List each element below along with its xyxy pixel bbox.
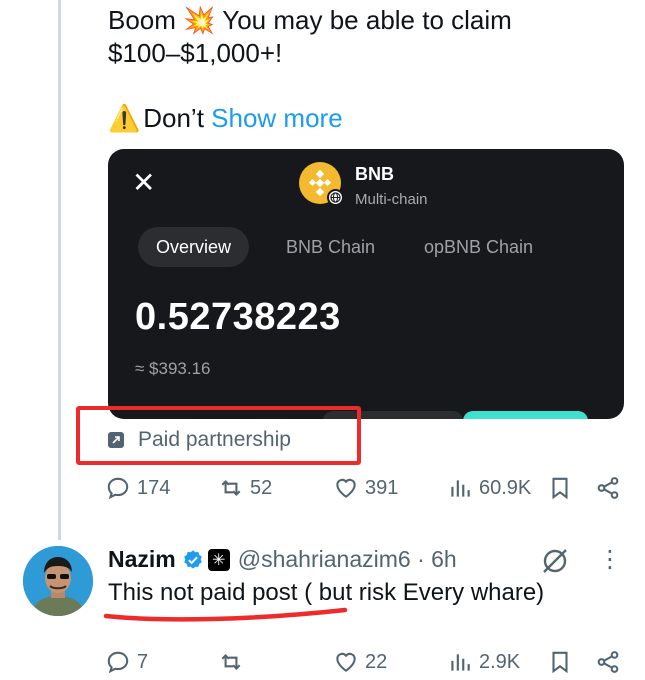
reply-icon (107, 477, 129, 500)
post-line-2: $100–$1,000+! (108, 38, 283, 68)
thread-line (58, 0, 61, 540)
bookmark-button[interactable] (547, 472, 579, 504)
wallet-card[interactable]: ✕ BNB Multi-chain Overview BNB Chain opB… (108, 149, 624, 419)
reply-repost-button[interactable] (218, 646, 250, 678)
balance-fiat: ≈ $393.16 (135, 359, 211, 378)
reply-views-button[interactable]: 2.9K (447, 646, 520, 678)
views-count: 60.9K (479, 476, 532, 499)
repost-count: 52 (250, 476, 273, 499)
reply-share-button[interactable] (595, 646, 627, 678)
reply-count: 174 (137, 476, 171, 499)
post-text: Boom 💥 You may be able to claim $100–$1,… (108, 4, 628, 135)
warning-icon: ⚠️ (108, 103, 141, 133)
grok-icon[interactable] (540, 546, 570, 576)
post-line-3-text: Don’t (143, 103, 204, 133)
views-icon (451, 654, 470, 671)
tab-opbnb-chain[interactable]: opBNB Chain (424, 227, 533, 267)
heart-icon (336, 478, 356, 498)
highlight-box (76, 406, 361, 465)
reply-views-count: 2.9K (479, 650, 521, 673)
like-button[interactable]: 391 (333, 472, 398, 504)
more-options-icon[interactable]: ⋮ (598, 544, 622, 574)
reply-handle-time[interactable]: @shahrianazim6 · 6h (238, 546, 457, 573)
reply-header: Nazim ✳ @shahrianazim6 · 6h (108, 546, 457, 573)
coin-name: BNB (355, 164, 394, 184)
bookmark-icon (552, 651, 568, 674)
post-line-1: Boom 💥 You may be able to claim (108, 5, 512, 35)
share-icon (597, 477, 619, 499)
card-primary-button[interactable] (463, 411, 588, 419)
reply-reply-button[interactable]: 7 (105, 646, 148, 678)
share-button[interactable] (595, 472, 627, 504)
post-action-bar: 174 52 391 60.9K (105, 472, 627, 504)
reply-bookmark-button[interactable] (547, 646, 579, 678)
views-button[interactable]: 60.9K (447, 472, 531, 504)
tab-bnb-chain[interactable]: BNB Chain (286, 227, 375, 267)
close-icon[interactable]: ✕ (132, 167, 155, 199)
reply-author-name[interactable]: Nazim (108, 546, 176, 573)
reply-action-bar: 7 22 2.9K (105, 646, 627, 678)
reply-button[interactable]: 174 (105, 472, 170, 504)
heart-icon (336, 652, 356, 672)
post-line-3: ⚠️ Don’t Show more (108, 102, 628, 135)
verified-badge-icon (183, 549, 202, 569)
reply-like-count: 22 (365, 650, 388, 673)
share-icon (597, 651, 619, 673)
repost-button[interactable]: 52 (218, 472, 272, 504)
like-count: 391 (365, 476, 399, 499)
views-icon (451, 480, 470, 497)
reply-reply-count: 7 (137, 650, 149, 673)
globe-icon (327, 189, 344, 206)
red-underline (103, 607, 348, 622)
balance-amount: 0.52738223 (135, 296, 341, 338)
avatar[interactable] (23, 546, 93, 616)
repost-icon (221, 480, 241, 496)
reply-text: This not paid post ( but risk Every whar… (108, 579, 545, 606)
show-more-link[interactable]: Show more (211, 103, 343, 133)
reply-like-button[interactable]: 22 (333, 646, 387, 678)
reply-icon (107, 651, 129, 674)
tab-overview[interactable]: Overview (138, 227, 250, 267)
affiliate-badge-icon: ✳ (207, 548, 230, 571)
repost-icon (221, 654, 241, 670)
coin-network: Multi-chain (355, 191, 428, 208)
bookmark-icon (552, 477, 568, 500)
